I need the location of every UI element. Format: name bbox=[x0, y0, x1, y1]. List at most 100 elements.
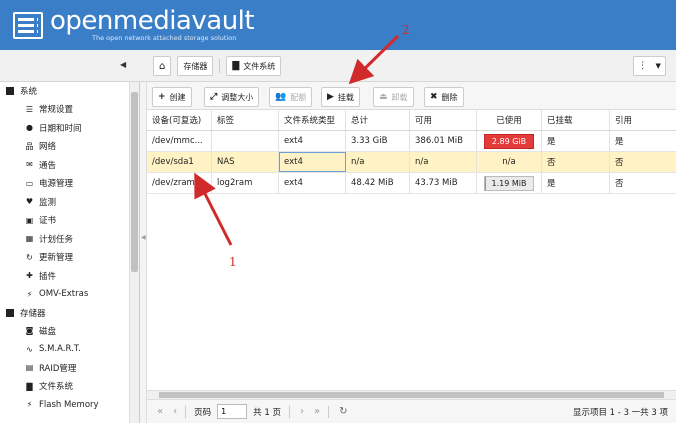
breadcrumb-storage[interactable]: 存储器 bbox=[177, 56, 214, 76]
cell-total: 48.42 MiB bbox=[346, 173, 410, 193]
sidebar-item[interactable]: ⚡ Flash Memory bbox=[0, 396, 139, 415]
collapse-sidebar-icon[interactable]: ◀ bbox=[120, 60, 130, 72]
col-label[interactable]: 标签 bbox=[212, 110, 279, 130]
sidebar: 系统 ☰ 常规设置 ● 日期和时间品网络 ✉ 通告 ▭ 电源管理 ♥ 监测 ▣ 证书 ▦ 计划任务 ↻ 更新管理… bbox=[0, 82, 140, 423]
col-used[interactable]: 已使用 bbox=[477, 110, 542, 130]
sidebar-item[interactable]: ✉ 通告 bbox=[0, 156, 139, 175]
next-page-icon[interactable]: › bbox=[300, 406, 304, 417]
expand-icon: ⤢ bbox=[210, 92, 218, 102]
cell-fstype: ext4 bbox=[279, 131, 346, 151]
page-number-input[interactable] bbox=[217, 404, 248, 419]
col-fstype[interactable]: 文件系统类型 bbox=[279, 110, 346, 130]
options-menu-button[interactable]: ⋮ ▼ bbox=[633, 56, 666, 76]
certificate-icon: ▣ bbox=[25, 215, 34, 225]
create-button[interactable]: + 创建 bbox=[152, 87, 192, 107]
table-row[interactable]: /dev/mmc... ext4 3.33 GiB 386.01 MiB 2.89 Gi… bbox=[147, 131, 676, 152]
col-mounted[interactable]: 已挂载 bbox=[542, 110, 610, 130]
users-icon: 👥 bbox=[275, 92, 287, 102]
action-toolbar: + 创建 ⤢ 调整大小 👥 配额 ▶ 挂载 ⏏ 卸载 ✖ 删除 bbox=[147, 82, 676, 110]
col-referenced[interactable]: 引用 bbox=[610, 110, 676, 130]
home-icon: ⌂ bbox=[159, 60, 166, 72]
home-button[interactable]: ⌂ bbox=[153, 56, 172, 76]
grid-horizontal-scrollbar[interactable] bbox=[147, 390, 676, 399]
clock-icon: ● bbox=[26, 123, 33, 133]
puzzle-icon: ✚ bbox=[26, 271, 33, 281]
col-total[interactable]: 总计 bbox=[346, 110, 410, 130]
cell-available: n/a bbox=[410, 152, 477, 172]
mount-button[interactable]: ▶ 挂载 bbox=[321, 87, 360, 107]
collapse-icon bbox=[6, 308, 14, 317]
usage-bar: 1.19 MiB bbox=[484, 175, 534, 191]
folder-icon: ▇ bbox=[26, 381, 33, 391]
cell-total: n/a bbox=[346, 152, 410, 172]
x-icon: ✖ bbox=[430, 92, 438, 102]
sidebar-item[interactable]: ▣ 证书 bbox=[0, 211, 139, 230]
play-icon: ▶ bbox=[327, 92, 334, 102]
cell-label: log2ram bbox=[212, 173, 279, 193]
kebab-icon: ⋮ bbox=[638, 61, 648, 71]
cell-referenced: 是 bbox=[615, 137, 624, 147]
resize-button[interactable]: ⤢ 调整大小 bbox=[204, 87, 260, 107]
top-toolbar: ◀ ⌂ 存储器 ▇ 文件系统 ⋮ ▼ bbox=[0, 50, 676, 82]
cell-mounted: 是 bbox=[542, 173, 610, 193]
sidebar-group[interactable]: 系统 bbox=[0, 82, 139, 100]
usage-bar: 2.89 GiB bbox=[484, 133, 534, 149]
envelope-icon: ✉ bbox=[26, 160, 33, 170]
sidebar-item[interactable]: ♥ 监测 bbox=[0, 193, 139, 212]
cell-label: NAS bbox=[212, 152, 279, 172]
grid-header: 设备(可复选) 标签 文件系统类型 总计 可用 已使用 已挂载 引用 bbox=[147, 110, 676, 131]
col-device[interactable]: 设备(可复选) bbox=[147, 110, 212, 130]
sidebar-item[interactable]: ↻ 更新管理 bbox=[0, 248, 139, 267]
brand-name: openmediavault bbox=[50, 6, 255, 36]
cell-referenced: 否 bbox=[615, 158, 624, 168]
annotation-number-1: 1 bbox=[229, 255, 237, 269]
disk-icon: ◙ bbox=[25, 326, 34, 336]
cell-device: /dev/zram... bbox=[147, 173, 212, 193]
sidebar-item[interactable]: ▭ 电源管理 bbox=[0, 174, 139, 193]
last-page-icon[interactable]: » bbox=[314, 406, 320, 417]
sidebar-item[interactable]: ● 日期和时间 bbox=[0, 119, 139, 138]
unmount-button[interactable]: ⏏ 卸载 bbox=[373, 87, 414, 107]
first-page-icon[interactable]: « bbox=[157, 406, 163, 417]
table-row[interactable]: /dev/zram... log2ram ext4 48.42 MiB 43.73 Mi… bbox=[147, 173, 676, 194]
delete-button[interactable]: ✖ 删除 bbox=[424, 87, 464, 107]
breadcrumb-filesystems[interactable]: ▇ 文件系统 bbox=[226, 56, 282, 76]
page-info: 显示项目 1 - 3 一共 3 项 bbox=[572, 408, 668, 418]
pulse-icon: ∿ bbox=[26, 344, 33, 354]
cell-available: 386.01 MiB bbox=[410, 131, 477, 151]
cell-fstype: ext4 bbox=[279, 173, 346, 193]
logo-icon bbox=[13, 12, 43, 39]
cell-device: /dev/sda1 bbox=[147, 152, 212, 172]
filesystem-grid: 设备(可复选) 标签 文件系统类型 总计 可用 已使用 已挂载 引用 /dev/… bbox=[147, 110, 676, 194]
sidebar-item[interactable]: 品网络 bbox=[0, 137, 139, 156]
sidebar-item[interactable]: ◙ 磁盘 bbox=[0, 322, 139, 341]
sidebar-item[interactable]: ∿ S.M.A.R.T. bbox=[0, 340, 139, 359]
sidebar-item[interactable]: ✚ 插件 bbox=[0, 267, 139, 286]
cell-device: /dev/mmc... bbox=[147, 131, 212, 151]
sidebar-splitter[interactable]: ◀ bbox=[140, 82, 147, 423]
sidebar-item[interactable]: ▇ 文件系统 bbox=[0, 377, 139, 396]
network-icon: 品 bbox=[25, 141, 34, 151]
caret-down-icon: ▼ bbox=[655, 62, 661, 70]
sliders-icon: ☰ bbox=[25, 104, 34, 114]
refresh-icon[interactable]: ↻ bbox=[339, 406, 347, 417]
quota-button[interactable]: 👥 配额 bbox=[269, 87, 313, 107]
sidebar-item[interactable]: ☰ 常规设置 bbox=[0, 100, 139, 119]
prev-page-icon[interactable]: ‹ bbox=[173, 406, 177, 417]
pagination-bar: « ‹ 页码 共 1 页 › » ↻ 显示项目 1 - 3 一共 3 项 bbox=[147, 399, 676, 423]
sidebar-group[interactable]: 存储器 bbox=[0, 304, 139, 322]
table-row[interactable]: /dev/sda1 NAS ext4 n/a n/a n/a 否否 bbox=[147, 152, 676, 173]
cell-used: n/a bbox=[477, 152, 542, 172]
sidebar-item[interactable]: ⚡ OMV-Extras bbox=[0, 285, 139, 304]
raid-icon: ▤ bbox=[25, 363, 34, 373]
plus-icon: + bbox=[158, 92, 166, 102]
sidebar-item[interactable]: ▦ 计划任务 bbox=[0, 230, 139, 249]
sidebar-scrollbar[interactable] bbox=[129, 82, 139, 423]
col-available[interactable]: 可用 bbox=[410, 110, 477, 130]
cell-mounted: 否 bbox=[542, 152, 610, 172]
cell-used: 1.19 MiB bbox=[477, 173, 542, 193]
annotation-number-2: 2 bbox=[402, 23, 410, 37]
brand-tagline: The open network attached storage soluti… bbox=[92, 34, 237, 42]
sidebar-item[interactable]: ▤ RAID管理 bbox=[0, 359, 139, 378]
cell-total: 3.33 GiB bbox=[346, 131, 410, 151]
